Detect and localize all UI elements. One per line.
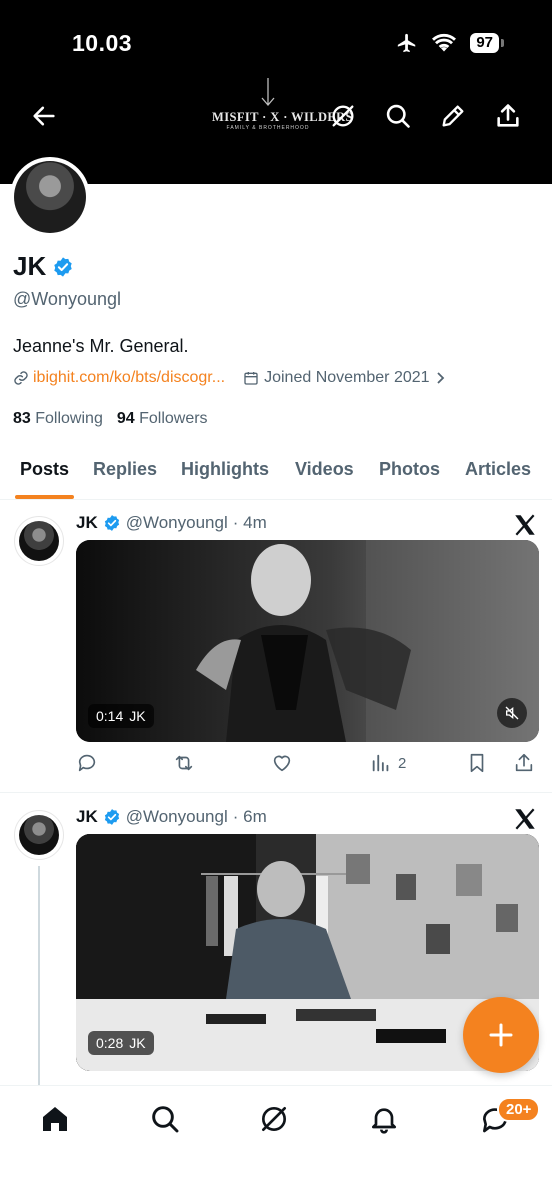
bookmark-icon — [470, 753, 484, 773]
repost-icon — [175, 755, 193, 771]
share-post-button[interactable] — [513, 752, 535, 774]
battery-indicator: 97 — [470, 33, 504, 53]
share-icon[interactable] — [494, 102, 522, 130]
link-icon — [14, 371, 28, 385]
logo-arrow-icon — [261, 78, 275, 106]
video-duration-badge: 0:14 JK — [88, 704, 154, 728]
media-label: JK — [129, 1035, 146, 1051]
post-time: · 4m — [232, 513, 267, 532]
back-arrow-icon[interactable] — [30, 102, 58, 130]
profile-banner: 10.03 97 MISFIT · X · WILDERS FAMILY & B… — [0, 0, 552, 184]
status-icons: 97 — [396, 32, 504, 54]
logo-main-text: MISFIT · X · WILDERS — [212, 110, 353, 124]
post-video[interactable]: 0:14 JK — [76, 540, 539, 742]
airplane-icon — [398, 33, 416, 53]
profile-meta-row: ibighit.com/ko/bts/discogr... Joined Nov… — [13, 369, 447, 387]
verified-icon — [104, 809, 119, 825]
followers-link[interactable]: 94 Followers — [117, 410, 208, 428]
reply-icon — [78, 754, 96, 772]
following-count: 83 — [13, 410, 31, 427]
tab-photos[interactable]: Photos — [379, 459, 440, 480]
media-label: JK — [129, 708, 146, 724]
grok-icon[interactable] — [329, 102, 357, 130]
tab-videos[interactable]: Videos — [295, 459, 354, 480]
post-header: JK @Wonyoungl · 6m — [76, 807, 267, 827]
views-icon — [372, 754, 389, 772]
repost-button[interactable] — [172, 752, 196, 774]
notification-badge: 20+ — [497, 1097, 541, 1122]
mute-icon — [505, 706, 519, 720]
following-link[interactable]: 83 Following — [13, 410, 103, 428]
post-avatar[interactable] — [14, 810, 64, 860]
tab-posts[interactable]: Posts — [20, 459, 69, 480]
calendar-icon — [244, 372, 258, 385]
tab-articles[interactable]: Articles — [465, 459, 531, 480]
logo-sub-text: FAMILY & BROTHERHOOD — [226, 125, 310, 131]
post-avatar[interactable] — [14, 516, 64, 566]
search-icon[interactable] — [384, 102, 412, 130]
profile-avatar[interactable] — [10, 157, 90, 237]
search-icon[interactable] — [149, 1103, 181, 1135]
views-count: 2 — [398, 754, 407, 772]
tab-highlights[interactable]: Highlights — [181, 459, 269, 480]
x-logo-icon[interactable] — [512, 806, 538, 832]
joined-text: Joined November 2021 — [264, 369, 430, 386]
bell-icon[interactable] — [368, 1103, 400, 1135]
post-item[interactable]: JK @Wonyoungl · 4m 0:14 JK 2 — [0, 500, 552, 792]
bookmark-button[interactable] — [466, 752, 488, 774]
plus-icon — [489, 1023, 513, 1047]
followers-count: 94 — [116, 410, 135, 427]
profile-tabs: Posts Replies Highlights Videos Photos A… — [0, 448, 552, 500]
post-author-handle[interactable]: @Wonyoungl — [126, 807, 228, 827]
verified-icon[interactable] — [52, 256, 74, 278]
edit-icon[interactable] — [439, 102, 467, 130]
followers-label: Followers — [139, 410, 208, 427]
video-duration: 0:14 — [96, 708, 124, 724]
compose-button[interactable] — [463, 997, 539, 1073]
status-time: 10.03 — [72, 30, 133, 56]
following-label: Following — [35, 410, 103, 427]
post-header: JK @Wonyoungl · 4m — [76, 513, 267, 533]
x-logo-icon[interactable] — [512, 512, 538, 538]
post-author-handle[interactable]: @Wonyoungl — [126, 513, 228, 533]
like-icon — [273, 755, 291, 772]
profile-link[interactable]: ibighit.com/ko/bts/discogr... — [33, 369, 225, 387]
profile-handle: @Wonyoungl — [13, 289, 121, 309]
chevron-right-icon — [436, 372, 444, 384]
battery-level: 97 — [470, 33, 499, 53]
post-time: · 6m — [232, 807, 267, 826]
mute-button[interactable] — [497, 698, 527, 728]
banner-logo: MISFIT · X · WILDERS FAMILY & BROTHERHOO… — [212, 78, 353, 142]
video-duration-badge: 0:28 JK — [88, 1031, 154, 1055]
post-author-name[interactable]: JK — [76, 807, 98, 827]
follow-counts: 83 Following 94 Followers — [13, 410, 208, 428]
video-duration: 0:28 — [96, 1035, 124, 1051]
reply-button[interactable] — [76, 752, 98, 774]
verified-icon — [104, 515, 119, 531]
active-tab-indicator — [15, 495, 74, 499]
home-icon[interactable] — [39, 1103, 71, 1135]
share-icon — [515, 753, 533, 772]
joined-date[interactable]: Joined November 2021 — [243, 369, 446, 387]
grok-icon[interactable] — [258, 1103, 290, 1135]
wifi-icon — [432, 33, 457, 52]
thread-line — [38, 866, 40, 1086]
like-button[interactable] — [270, 752, 294, 774]
profile-bio: Jeanne's Mr. General. — [13, 336, 189, 356]
post-actions: 2 — [76, 752, 539, 782]
views-button[interactable]: 2 — [370, 752, 406, 774]
profile-name: JK — [13, 251, 47, 281]
bottom-nav — [0, 1085, 552, 1200]
tab-replies[interactable]: Replies — [93, 459, 157, 480]
profile-nav-row: MISFIT · X · WILDERS FAMILY & BROTHERHOO… — [0, 78, 552, 138]
profile-name-row: JK — [13, 251, 74, 282]
post-author-name[interactable]: JK — [76, 513, 98, 533]
